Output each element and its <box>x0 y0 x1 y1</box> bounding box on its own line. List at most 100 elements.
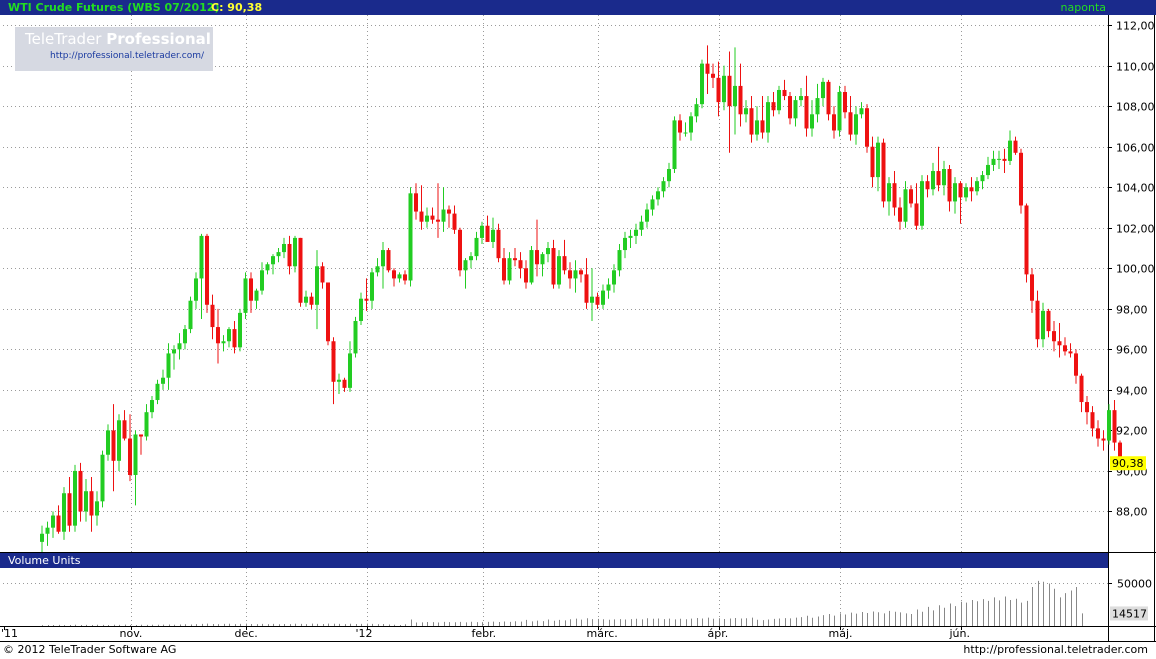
candle-body <box>782 89 787 97</box>
candle-body <box>705 63 710 74</box>
candle-body <box>777 89 781 111</box>
candle-body <box>397 274 402 279</box>
price-candle <box>100 450 105 508</box>
candle-body <box>716 77 721 103</box>
candle-body <box>480 225 484 238</box>
candle-body <box>260 270 264 291</box>
candle-body <box>331 341 336 382</box>
price-tick-label: 110,00 <box>1116 61 1155 74</box>
candle-body <box>414 193 418 212</box>
candle-body <box>254 290 259 301</box>
candle-body <box>518 260 523 269</box>
candle-body <box>848 112 853 135</box>
candle-body <box>359 298 363 321</box>
candle-body <box>243 278 248 313</box>
candle-body <box>375 266 380 273</box>
month-tick-label: dec. <box>235 627 258 640</box>
candle-body <box>562 256 567 271</box>
candle-body <box>326 282 330 342</box>
candle-body <box>524 268 528 283</box>
candle-body <box>238 312 242 348</box>
candle-body <box>925 181 930 190</box>
candle-body <box>964 187 968 198</box>
candle-body <box>144 412 149 437</box>
candle-body <box>205 235 209 305</box>
candle-body <box>650 199 655 210</box>
last-price-label: 90,38 <box>1112 457 1144 470</box>
candle-body <box>128 438 132 475</box>
candle-body <box>1068 351 1073 354</box>
candle-body <box>1041 310 1045 340</box>
candle-body <box>474 237 479 257</box>
candle-body <box>172 349 176 354</box>
candle-body <box>139 434 143 437</box>
candle-body <box>810 114 814 129</box>
price-candle <box>73 464 77 532</box>
candle-body <box>78 470 83 512</box>
candle-body <box>557 256 561 285</box>
candle-body <box>815 98 820 115</box>
candle-body <box>612 270 616 285</box>
candle-body <box>436 219 440 222</box>
candle-body <box>282 243 286 253</box>
candle-body <box>661 181 666 192</box>
volume-panel-header: Volume Units <box>0 553 1108 568</box>
candle-body <box>788 96 792 119</box>
candle-body <box>881 142 886 202</box>
candle-body <box>304 296 308 303</box>
candle-body <box>683 132 688 134</box>
candle-body <box>1101 438 1106 441</box>
month-tick-label: ápr. <box>708 627 729 640</box>
price-candle <box>188 296 193 334</box>
price-tick-label: 94,00 <box>1116 385 1148 398</box>
volume-tick-label: 50000 <box>1117 578 1152 591</box>
price-candle <box>1024 203 1029 283</box>
footer-url[interactable]: http://professional.teletrader.com <box>963 643 1148 656</box>
candle-body <box>826 81 831 115</box>
month-tick-label: '11 <box>1 627 18 640</box>
candle-body <box>221 341 226 344</box>
candle-body <box>876 142 880 178</box>
candle-body <box>111 430 116 461</box>
candle-body <box>656 191 660 200</box>
candle-body <box>1052 331 1056 342</box>
price-tick-label: 96,00 <box>1116 344 1148 357</box>
price-candle <box>238 308 242 352</box>
price-tick-label: 112,00 <box>1116 20 1155 33</box>
candle-body <box>529 250 534 283</box>
candle-body <box>645 209 649 222</box>
candle-body <box>386 250 391 271</box>
candle-body <box>265 264 270 271</box>
candle-body <box>84 491 88 512</box>
price-candle <box>700 59 704 109</box>
candle-body <box>45 527 50 534</box>
candle-body <box>887 183 891 202</box>
candle-body <box>689 116 693 133</box>
candle-body <box>733 85 737 107</box>
candle-body <box>150 400 154 413</box>
candle-body <box>975 181 979 192</box>
candle-body <box>727 75 732 107</box>
candle-body <box>403 274 407 281</box>
candle-body <box>381 250 385 267</box>
candle-body <box>100 454 105 502</box>
candle-body <box>491 229 495 242</box>
candle-body <box>898 207 902 222</box>
candle-body <box>183 329 187 344</box>
candle-body <box>958 183 963 198</box>
candle-body <box>579 270 583 275</box>
month-tick-label: márc. <box>587 627 618 640</box>
price-candle <box>205 233 209 313</box>
price-tick-label: 102,00 <box>1116 223 1155 236</box>
candle-body <box>496 229 501 259</box>
price-tick-label: 98,00 <box>1116 304 1148 317</box>
candle-body <box>606 284 611 291</box>
date-axis-bg <box>0 626 1156 641</box>
candle-body <box>177 343 182 350</box>
price-tick-label: 106,00 <box>1116 142 1155 155</box>
candle-body <box>755 120 759 135</box>
month-tick-label: nov. <box>120 627 143 640</box>
candle-body <box>947 169 952 202</box>
price-candle <box>1019 148 1023 214</box>
candle-body <box>56 515 61 532</box>
